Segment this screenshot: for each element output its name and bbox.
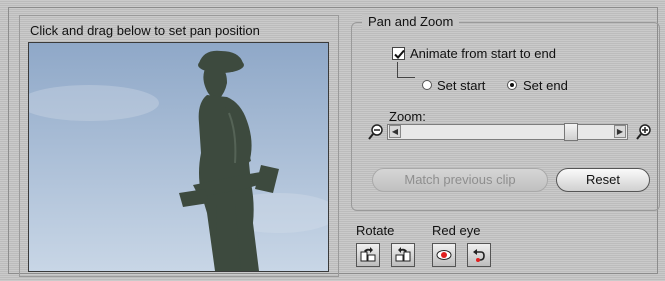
zoom-slider-thumb[interactable] [564, 123, 578, 141]
set-end-radio[interactable] [507, 80, 517, 90]
set-start-radio[interactable] [422, 80, 432, 90]
red-eye-icon [436, 250, 452, 260]
animate-label[interactable]: Animate from start to end [410, 46, 556, 61]
statue-photo [29, 43, 328, 271]
match-previous-clip-button[interactable]: Match previous clip [372, 168, 548, 192]
animate-checkbox[interactable] [392, 47, 405, 60]
zoom-label: Zoom: [389, 109, 426, 124]
undo-red-eye-button[interactable] [467, 243, 491, 267]
rotate-right-button[interactable] [391, 243, 415, 267]
rotate-left-button[interactable] [356, 243, 380, 267]
zoom-out-icon[interactable] [367, 123, 385, 141]
slider-left-arrow[interactable]: ◀ [389, 125, 401, 138]
rotate-left-icon [360, 247, 376, 262]
tree-connector [397, 77, 415, 78]
pan-instruction: Click and drag below to set pan position [30, 23, 260, 38]
undo-icon [473, 249, 485, 262]
tree-connector [397, 62, 398, 77]
red-eye-button[interactable] [432, 243, 456, 267]
zoom-in-icon[interactable] [635, 123, 653, 141]
slider-right-arrow[interactable]: ▶ [614, 125, 626, 138]
zoom-slider[interactable] [387, 124, 628, 140]
pan-preview-image[interactable] [28, 42, 329, 272]
radio-selected-dot [510, 83, 514, 87]
set-start-label[interactable]: Set start [437, 78, 485, 93]
red-eye-label: Red eye [432, 223, 481, 238]
set-end-label[interactable]: Set end [523, 78, 568, 93]
rotate-label: Rotate [356, 223, 395, 238]
pan-zoom-legend: Pan and Zoom [362, 14, 484, 29]
checkmark-icon [394, 49, 405, 59]
reset-button[interactable]: Reset [556, 168, 650, 192]
rotate-right-icon [395, 247, 411, 262]
